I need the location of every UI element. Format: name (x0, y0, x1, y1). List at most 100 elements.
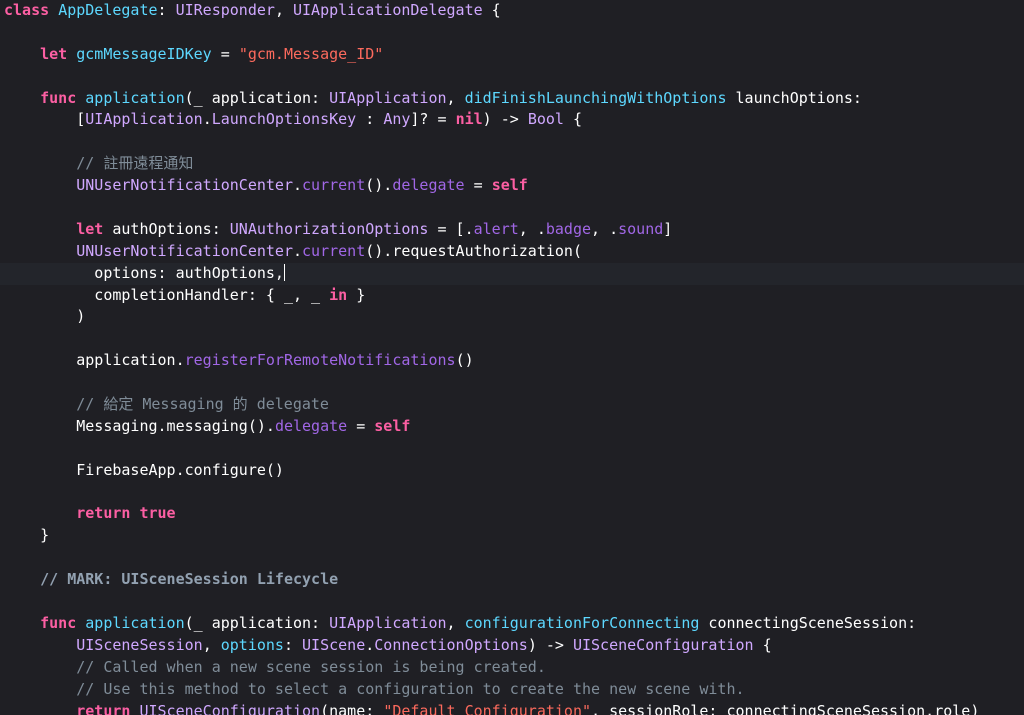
code-line[interactable]: // 給定 Messaging 的 delegate (0, 394, 1024, 416)
code-line[interactable]: FirebaseApp.configure() (0, 460, 1024, 482)
code-line[interactable] (0, 66, 1024, 88)
code-token: . (293, 241, 303, 260)
code-token: UIApplication (85, 110, 203, 129)
code-line[interactable] (0, 372, 1024, 394)
code-token: , sessionRole: connectingSceneSession.ro… (591, 701, 980, 715)
code-token: completionHandler: { _, _ (4, 285, 330, 304)
code-line[interactable]: options: authOptions, (0, 262, 1024, 285)
code-line[interactable] (0, 482, 1024, 504)
code-line[interactable]: UNUserNotificationCenter.current().deleg… (0, 175, 1024, 197)
code-line[interactable]: UISceneSession, options: UIScene.Connect… (0, 635, 1024, 657)
code-line[interactable] (0, 328, 1024, 350)
code-token: UNUserNotificationCenter (76, 176, 293, 195)
code-token: self (374, 416, 411, 435)
code-line[interactable]: completionHandler: { _, _ in } (0, 285, 1024, 307)
code-token: UIApplication (329, 88, 447, 107)
code-token: current (302, 176, 366, 195)
code-line[interactable]: func application(_ application: UIApplic… (0, 88, 1024, 110)
text-caret (283, 263, 286, 281)
code-token: self (491, 176, 528, 195)
code-token: Bool (527, 110, 564, 129)
code-token: . (202, 110, 212, 129)
code-token: } (4, 526, 50, 545)
code-token: = (347, 416, 375, 435)
code-token: Messaging.messaging(). (4, 416, 275, 435)
code-line[interactable]: // Use this method to select a configura… (0, 679, 1024, 701)
code-token: UNAuthorizationOptions (229, 219, 429, 238)
code-token: (name: (320, 701, 384, 715)
code-token: // Use this method to select a configura… (76, 679, 745, 698)
code-line[interactable]: // 註冊遠程通知 (0, 153, 1024, 175)
code-token: . (365, 635, 375, 654)
code-line[interactable]: let authOptions: UNAuthorizationOptions … (0, 219, 1024, 241)
code-line[interactable]: UNUserNotificationCenter.current().reque… (0, 241, 1024, 263)
code-token: : (283, 635, 303, 654)
code-line[interactable]: return true (0, 503, 1024, 525)
code-token: ) (4, 307, 86, 326)
code-token: application (85, 613, 185, 632)
code-token: : (157, 1, 176, 19)
code-token: UNUserNotificationCenter (76, 241, 293, 260)
code-token: delegate (274, 416, 348, 435)
code-line[interactable]: return UISceneConfiguration(name: "Defau… (0, 701, 1024, 715)
code-token: UIScene (302, 635, 366, 654)
code-token: UISceneSession (76, 635, 203, 654)
code-token: "Default Configuration" (383, 701, 592, 715)
code-token: , (274, 1, 293, 19)
code-line[interactable]: let gcmMessageIDKey = "gcm.Message_ID" (0, 44, 1024, 66)
code-token: ().requestAuthorization( (365, 241, 582, 260)
code-token: UIResponder (175, 1, 275, 19)
code-editor[interactable]: class AppDelegate: UIResponder, UIApplic… (0, 0, 1024, 715)
code-line[interactable] (0, 131, 1024, 153)
code-token: didFinishLaunchingWithOptions (464, 88, 727, 107)
code-line[interactable] (0, 591, 1024, 613)
code-line[interactable]: Messaging.messaging().delegate = self (0, 416, 1024, 438)
code-token: func (40, 613, 77, 632)
code-line[interactable]: class AppDelegate: UIResponder, UIApplic… (0, 0, 1024, 22)
code-line[interactable] (0, 438, 1024, 460)
code-token: [ (4, 110, 86, 129)
code-token: application (85, 88, 185, 107)
code-token: options (220, 635, 284, 654)
code-token: configurationForConnecting (464, 613, 700, 632)
code-token: let (40, 44, 68, 63)
code-line[interactable] (0, 547, 1024, 569)
code-line[interactable]: func application(_ application: UIApplic… (0, 613, 1024, 635)
code-line[interactable]: application.registerForRemoteNotificatio… (0, 350, 1024, 372)
code-line[interactable]: } (0, 525, 1024, 547)
code-token: AppDelegate (58, 1, 158, 19)
code-token: ]? = (410, 110, 456, 129)
code-token: LaunchOptionsKey (211, 110, 357, 129)
code-token: , (202, 635, 221, 654)
code-token: = (211, 44, 239, 63)
code-line[interactable]: // Called when a new scene session is be… (0, 657, 1024, 679)
code-token: = (464, 176, 492, 195)
code-token: ) -> (482, 110, 528, 129)
code-token: alert (473, 219, 519, 238)
code-token: sound (618, 219, 664, 238)
code-token: authOptions: (103, 219, 230, 238)
code-token: // 給定 Messaging 的 delegate (76, 395, 329, 414)
code-token: return (76, 504, 131, 523)
code-line[interactable]: // MARK: UISceneSession Lifecycle (0, 569, 1024, 591)
code-token: "gcm.Message_ID" (238, 44, 384, 63)
code-token: // Called when a new scene session is be… (76, 657, 546, 676)
code-token: connectingSceneSession: (699, 613, 917, 632)
code-line[interactable]: ) (0, 306, 1024, 328)
code-token: ] (663, 219, 673, 238)
code-token: { (753, 635, 772, 654)
code-line[interactable]: [UIApplication.LaunchOptionsKey : Any]? … (0, 109, 1024, 131)
code-line[interactable] (0, 22, 1024, 44)
code-token: nil (455, 110, 483, 129)
code-token: func (40, 88, 77, 107)
code-line[interactable] (0, 197, 1024, 219)
